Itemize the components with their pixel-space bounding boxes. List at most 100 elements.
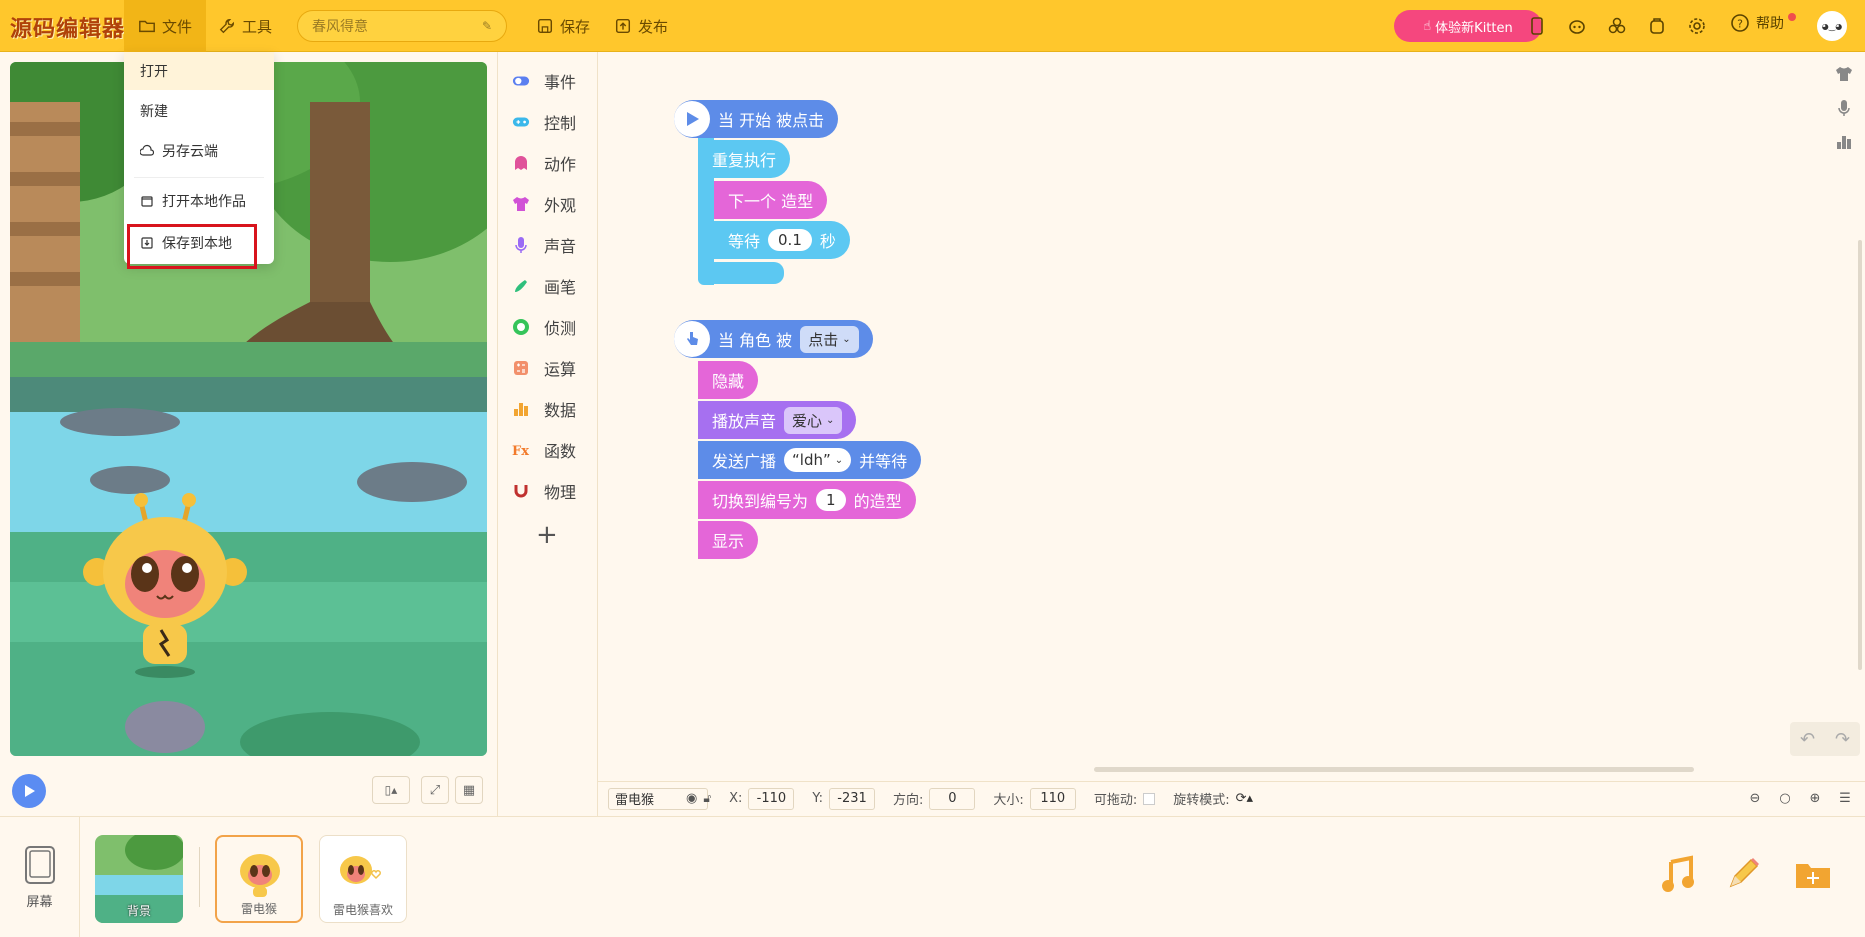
background-thumb-label: 背景 xyxy=(126,904,151,918)
sprite-event-dropdown[interactable]: 点击 ⌄ xyxy=(800,325,859,353)
music-notes-icon[interactable] xyxy=(1658,853,1700,895)
switch-costume-suffix: 的造型 xyxy=(853,492,902,511)
device-mode-button[interactable]: ▯▴ xyxy=(372,776,410,804)
wait-block[interactable]: 等待 0.1 秒 xyxy=(714,221,850,259)
zoom-in-icon[interactable]: ⊕ xyxy=(1805,788,1825,808)
category-sound[interactable]: 声音 xyxy=(498,224,598,265)
zoom-controls: ⊖ ○ ⊕ ☰ xyxy=(1745,788,1855,808)
toggle-icon xyxy=(512,72,530,90)
category-motion[interactable]: 动作 xyxy=(498,142,598,183)
undo-icon[interactable]: ↶ xyxy=(1800,729,1815,750)
sprite-thumbnail-leidianhou-likes[interactable]: 雷电猴喜欢 xyxy=(319,835,407,923)
project-title-input[interactable]: 春风得意 ✎ xyxy=(297,10,507,42)
next-costume-block[interactable]: 下一个 造型 xyxy=(714,181,828,219)
tools-menu-label: 工具 xyxy=(242,17,273,36)
horizontal-scrollbar[interactable] xyxy=(1094,767,1694,772)
menu-divider xyxy=(134,177,264,178)
play-sound-block[interactable]: 播放声音 爱心 ⌄ xyxy=(698,401,857,439)
category-looks-label: 外观 xyxy=(544,195,577,215)
code-workspace[interactable]: 当 开始 被点击 重复执行 下一个 造型 等待 0.1 秒 当 角色 被 点击 … xyxy=(598,52,1865,764)
when-start-clicked-block[interactable]: 当 开始 被点击 xyxy=(674,100,839,138)
category-functions[interactable]: Fx 函数 xyxy=(498,429,598,470)
wait-seconds-input[interactable]: 0.1 xyxy=(768,229,812,251)
menu-item-open-label: 打开 xyxy=(140,64,168,80)
direction-input[interactable]: 0 xyxy=(929,787,976,810)
variables-chart-icon[interactable] xyxy=(1832,130,1856,154)
y-input[interactable]: -231 xyxy=(829,787,876,810)
publish-button[interactable]: 发布 xyxy=(600,0,682,52)
category-sensing[interactable]: 侦测 xyxy=(498,306,598,347)
settings-gear-icon[interactable] xyxy=(1684,13,1710,39)
size-input[interactable]: 110 xyxy=(1029,787,1076,810)
menu-item-open[interactable]: 打开 xyxy=(124,52,274,90)
add-extension-plus-icon[interactable]: + xyxy=(536,520,558,550)
sound-dropdown[interactable]: 爱心 ⌄ xyxy=(784,406,843,434)
monkey-sprite-image xyxy=(240,854,280,897)
device-icon[interactable] xyxy=(1524,13,1550,39)
category-control[interactable]: 控制 xyxy=(498,101,598,142)
svg-text:?: ? xyxy=(1737,18,1743,31)
highlight-annotation-box xyxy=(127,224,257,269)
when-start-clicked-label: 当 开始 被点击 xyxy=(718,111,825,130)
user-avatar[interactable]: ◕‿◕ xyxy=(1817,11,1847,41)
help-label: 帮助 xyxy=(1756,16,1784,32)
show-block[interactable]: 显示 xyxy=(698,521,759,559)
when-sprite-clicked-block[interactable]: 当 角色 被 点击 ⌄ xyxy=(674,320,873,358)
switch-costume-block[interactable]: 切换到编号为 1 的造型 xyxy=(698,481,916,519)
category-events-label: 事件 xyxy=(544,72,577,92)
screen-button[interactable]: 屏幕 xyxy=(0,817,80,937)
broadcast-message-dropdown[interactable]: “ldh” ⌄ xyxy=(784,448,852,472)
grid-icon: ▦ xyxy=(462,782,476,798)
costume-number-input[interactable]: 1 xyxy=(816,489,846,511)
category-sensing-label: 侦测 xyxy=(544,318,577,338)
save-button[interactable]: 保存 xyxy=(522,0,604,52)
category-operators[interactable]: 运算 xyxy=(498,347,598,388)
x-input[interactable]: -110 xyxy=(748,787,795,810)
add-folder-icon[interactable] xyxy=(1792,853,1834,895)
zoom-out-icon[interactable]: ⊖ xyxy=(1745,788,1765,808)
costume-shirt-icon[interactable] xyxy=(1832,62,1856,86)
redo-icon[interactable]: ↷ xyxy=(1835,729,1850,750)
menu-item-new[interactable]: 新建 xyxy=(124,92,274,130)
folder-icon xyxy=(139,20,155,33)
category-control-label: 控制 xyxy=(544,113,577,133)
category-looks[interactable]: 外观 xyxy=(498,183,598,224)
category-events[interactable]: 事件 xyxy=(498,60,598,101)
visibility-eye-icon[interactable]: ◉ xyxy=(686,791,697,806)
switch-costume-prefix: 切换到编号为 xyxy=(712,492,809,511)
sound-microphone-icon[interactable] xyxy=(1832,96,1856,120)
hide-block[interactable]: 隐藏 xyxy=(698,361,759,399)
extensions-icon[interactable] xyxy=(1604,13,1630,39)
try-kitten-button[interactable]: ☝ 体验新Kitten xyxy=(1394,10,1542,42)
repeat-forever-block[interactable]: 重复执行 xyxy=(698,140,791,178)
background-thumbnail[interactable]: 背景 xyxy=(95,835,183,923)
sprite-properties-bar: 雷电猴 ◉ 🔓︎ X: -110 Y: -231 方向: 0 大小: 110 可… xyxy=(598,781,1865,815)
menu-item-save-cloud[interactable]: 另存云端 xyxy=(124,132,274,170)
bar-chart-icon xyxy=(512,400,530,418)
rotation-mode-dropdown[interactable]: ⟳▴ xyxy=(1236,791,1253,806)
sprite-thumbnail-leidianhou[interactable]: 雷电猴 xyxy=(215,835,303,923)
mascot-icon[interactable] xyxy=(1564,13,1590,39)
stage-play-button[interactable] xyxy=(12,774,46,808)
grid-toggle-button[interactable]: ▦ xyxy=(455,776,483,804)
menu-lines-icon[interactable]: ☰ xyxy=(1835,788,1855,808)
help-button[interactable]: ? 帮助 xyxy=(1730,13,1784,33)
category-data[interactable]: 数据 xyxy=(498,388,598,429)
backpack-icon[interactable] xyxy=(1644,13,1670,39)
lock-icon[interactable]: 🔓︎ xyxy=(703,791,711,806)
category-pen[interactable]: 画笔 xyxy=(498,265,598,306)
paint-pencil-icon[interactable] xyxy=(1722,853,1764,895)
notification-dot xyxy=(1788,13,1796,21)
broadcast-and-wait-block[interactable]: 发送广播 “ldh” ⌄ 并等待 xyxy=(698,441,922,479)
vertical-scrollbar[interactable] xyxy=(1858,240,1862,670)
green-flag-play-icon xyxy=(674,101,710,137)
screen-label: 屏幕 xyxy=(26,895,53,910)
tools-menu-button[interactable]: 工具 xyxy=(204,0,286,52)
file-menu-button[interactable]: 文件 xyxy=(124,0,207,52)
category-physics[interactable]: 物理 xyxy=(498,470,598,511)
fullscreen-button[interactable]: ⤢ xyxy=(421,776,449,804)
draggable-checkbox[interactable] xyxy=(1143,792,1156,805)
svg-text:Fx: Fx xyxy=(512,444,529,458)
menu-item-open-local[interactable]: 打开本地作品 xyxy=(124,182,274,220)
zoom-reset-icon[interactable]: ○ xyxy=(1775,788,1795,808)
